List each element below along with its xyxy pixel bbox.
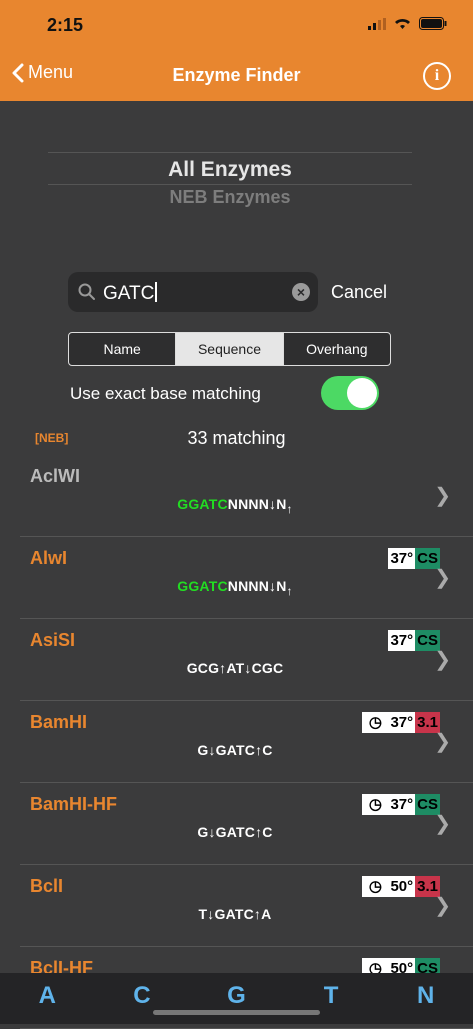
search-input[interactable]: GATC (103, 282, 157, 305)
status-time: 2:15 (47, 15, 84, 35)
cancel-button[interactable]: Cancel (331, 282, 387, 303)
match-count: 33 matching (187, 428, 286, 448)
base-key-n[interactable]: N (378, 973, 473, 1024)
list-item[interactable]: BclI ◷ 50° 3.1 T↓GATC↑A ❯ (20, 865, 473, 947)
chevron-right-icon: ❯ (434, 813, 451, 835)
nav-bar: Menu Enzyme Finder i (0, 50, 473, 101)
enzyme-list: AclWI GGATCNNNN↓N↑ ❯ AlwI 37° CS GGATCNNN… (0, 455, 473, 1029)
segment-sequence[interactable]: Sequence (176, 333, 284, 365)
recognition-sequence: GCG↑AT↓CGC (186, 660, 284, 676)
enzyme-name: BclI (30, 876, 64, 896)
chevron-right-icon: ❯ (434, 649, 451, 671)
signal-icon (368, 17, 386, 30)
list-item[interactable]: AlwI 37° CS GGATCNNNN↓N↑ ❯ (20, 537, 473, 619)
search-icon (78, 283, 95, 300)
search-mode-segmented-control[interactable]: Name Sequence Overhang (68, 332, 391, 366)
base-key-t[interactable]: T (284, 973, 379, 1024)
enzyme-badges: ◷ 50° 3.1 (362, 876, 440, 897)
enzyme-badges: 37° CS (388, 548, 440, 569)
home-indicator (153, 1010, 320, 1015)
picker-divider (48, 184, 412, 185)
picker-selected-option[interactable]: All Enzymes (48, 158, 412, 182)
enzyme-badges: ◷ 37° 3.1 (362, 712, 440, 733)
exact-match-label: Use exact base matching (70, 384, 261, 403)
enzyme-name: AlwI (30, 548, 68, 568)
enzyme-badges: ◷ 37° CS (362, 794, 440, 815)
base-key-g[interactable]: G (189, 973, 284, 1024)
wifi-icon (395, 19, 410, 29)
enzyme-name: BamHI (30, 712, 88, 732)
list-item[interactable]: AsiSI 37° CS GCG↑AT↓CGC ❯ (20, 619, 473, 701)
recognition-sequence: GGATCNNNN↓N↑ (177, 496, 293, 516)
recognition-sequence: G↓GATC↑C (197, 742, 273, 758)
page-title: Enzyme Finder (172, 65, 301, 85)
battery-icon (419, 17, 447, 30)
picker-divider (48, 152, 412, 153)
exact-match-toggle[interactable] (321, 376, 379, 410)
picker-option[interactable]: NEB Enzymes (48, 187, 412, 208)
chevron-right-icon: ❯ (434, 895, 451, 917)
search-field[interactable]: GATC × (68, 272, 318, 312)
recognition-sequence: GGATCNNNN↓N↑ (177, 578, 293, 598)
enzyme-set-picker[interactable]: All Enzymes NEB Enzymes (48, 152, 412, 214)
status-icons (368, 17, 447, 30)
enzyme-badges: 37° CS (388, 630, 440, 651)
clock-icon: ◷ (362, 876, 389, 897)
chevron-right-icon: ❯ (434, 485, 451, 507)
recognition-sequence: G↓GATC↑C (197, 824, 273, 840)
segment-name[interactable]: Name (69, 333, 177, 365)
clock-icon: ◷ (362, 712, 389, 733)
enzyme-name: AclWI (30, 466, 81, 486)
clock-icon: ◷ (362, 794, 389, 815)
chevron-right-icon: ❯ (434, 567, 451, 589)
base-key-a[interactable]: A (0, 973, 95, 1024)
list-item[interactable]: BamHI ◷ 37° 3.1 G↓GATC↑C ❯ (20, 701, 473, 783)
list-item[interactable]: BamHI-HF ◷ 37° CS G↓GATC↑C ❯ (20, 783, 473, 865)
list-item[interactable]: AclWI GGATCNNNN↓N↑ ❯ (20, 455, 473, 537)
info-icon[interactable]: i (423, 62, 451, 90)
base-keyboard-bar: A C G T N (0, 973, 473, 1024)
recognition-sequence: T↓GATC↑A (198, 906, 272, 922)
clear-icon[interactable]: × (292, 283, 310, 301)
status-bar: 2:15 (0, 0, 473, 50)
enzyme-name: AsiSI (30, 630, 76, 650)
base-key-c[interactable]: C (95, 973, 190, 1024)
enzyme-name: BamHI-HF (30, 794, 118, 814)
chevron-right-icon: ❯ (434, 731, 451, 753)
segment-overhang[interactable]: Overhang (284, 333, 390, 365)
